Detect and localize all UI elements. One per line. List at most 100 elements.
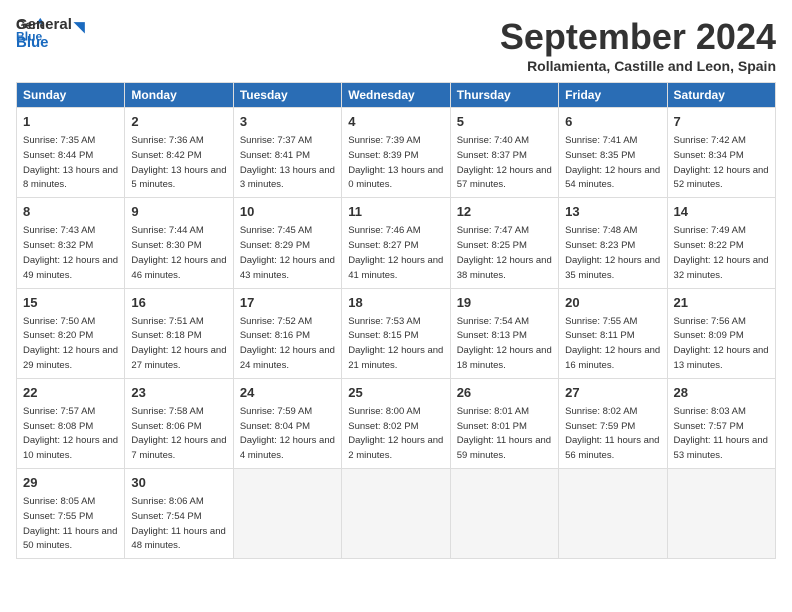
- calendar-cell: 19 Sunrise: 7:54 AMSunset: 8:13 PMDaylig…: [450, 288, 558, 378]
- day-info: Sunrise: 7:51 AMSunset: 8:18 PMDaylight:…: [131, 316, 226, 371]
- title-area: September 2024 Rollamienta, Castille and…: [500, 16, 776, 74]
- day-info: Sunrise: 7:52 AMSunset: 8:16 PMDaylight:…: [240, 316, 335, 371]
- calendar-cell: 9 Sunrise: 7:44 AMSunset: 8:30 PMDayligh…: [125, 198, 233, 288]
- day-info: Sunrise: 7:37 AMSunset: 8:41 PMDaylight:…: [240, 135, 335, 190]
- calendar-week-row: 1 Sunrise: 7:35 AMSunset: 8:44 PMDayligh…: [17, 108, 776, 198]
- day-info: Sunrise: 8:01 AMSunset: 8:01 PMDaylight:…: [457, 406, 551, 461]
- location-subtitle: Rollamienta, Castille and Leon, Spain: [500, 58, 776, 74]
- calendar-cell: 4 Sunrise: 7:39 AMSunset: 8:39 PMDayligh…: [342, 108, 450, 198]
- day-info: Sunrise: 7:50 AMSunset: 8:20 PMDaylight:…: [23, 316, 118, 371]
- day-number: 29: [23, 474, 118, 492]
- calendar-cell: 17 Sunrise: 7:52 AMSunset: 8:16 PMDaylig…: [233, 288, 341, 378]
- day-info: Sunrise: 8:03 AMSunset: 7:57 PMDaylight:…: [674, 406, 768, 461]
- calendar-cell: 29 Sunrise: 8:05 AMSunset: 7:55 PMDaylig…: [17, 469, 125, 559]
- calendar-cell: [342, 469, 450, 559]
- day-number: 18: [348, 294, 443, 312]
- calendar-week-row: 29 Sunrise: 8:05 AMSunset: 7:55 PMDaylig…: [17, 469, 776, 559]
- calendar-cell: 13 Sunrise: 7:48 AMSunset: 8:23 PMDaylig…: [559, 198, 667, 288]
- day-number: 28: [674, 384, 769, 402]
- logo-arrow-icon: [73, 16, 90, 33]
- calendar-cell: 7 Sunrise: 7:42 AMSunset: 8:34 PMDayligh…: [667, 108, 775, 198]
- day-number: 19: [457, 294, 552, 312]
- day-info: Sunrise: 7:57 AMSunset: 8:08 PMDaylight:…: [23, 406, 118, 461]
- calendar-cell: 8 Sunrise: 7:43 AMSunset: 8:32 PMDayligh…: [17, 198, 125, 288]
- day-number: 3: [240, 113, 335, 131]
- header-saturday: Saturday: [667, 83, 775, 108]
- calendar-cell: [559, 469, 667, 559]
- day-info: Sunrise: 7:40 AMSunset: 8:37 PMDaylight:…: [457, 135, 552, 190]
- calendar-cell: 23 Sunrise: 7:58 AMSunset: 8:06 PMDaylig…: [125, 378, 233, 468]
- day-number: 7: [674, 113, 769, 131]
- calendar-cell: 3 Sunrise: 7:37 AMSunset: 8:41 PMDayligh…: [233, 108, 341, 198]
- day-number: 12: [457, 203, 552, 221]
- day-info: Sunrise: 7:45 AMSunset: 8:29 PMDaylight:…: [240, 225, 335, 280]
- day-number: 10: [240, 203, 335, 221]
- logo-general: General: [16, 16, 90, 34]
- day-info: Sunrise: 8:05 AMSunset: 7:55 PMDaylight:…: [23, 496, 117, 551]
- calendar-week-row: 22 Sunrise: 7:57 AMSunset: 8:08 PMDaylig…: [17, 378, 776, 468]
- day-info: Sunrise: 7:41 AMSunset: 8:35 PMDaylight:…: [565, 135, 660, 190]
- day-number: 8: [23, 203, 118, 221]
- day-number: 2: [131, 113, 226, 131]
- header-wednesday: Wednesday: [342, 83, 450, 108]
- header-friday: Friday: [559, 83, 667, 108]
- logo-general-text: General: [16, 16, 72, 33]
- calendar-cell: 28 Sunrise: 8:03 AMSunset: 7:57 PMDaylig…: [667, 378, 775, 468]
- header: General Blue September 2024 Rollamienta,…: [16, 16, 776, 74]
- day-number: 22: [23, 384, 118, 402]
- day-number: 23: [131, 384, 226, 402]
- day-number: 25: [348, 384, 443, 402]
- logo-blue: Blue: [16, 34, 49, 52]
- calendar-cell: [450, 469, 558, 559]
- day-number: 1: [23, 113, 118, 131]
- calendar-week-row: 15 Sunrise: 7:50 AMSunset: 8:20 PMDaylig…: [17, 288, 776, 378]
- day-info: Sunrise: 7:46 AMSunset: 8:27 PMDaylight:…: [348, 225, 443, 280]
- day-number: 13: [565, 203, 660, 221]
- day-number: 24: [240, 384, 335, 402]
- day-info: Sunrise: 7:47 AMSunset: 8:25 PMDaylight:…: [457, 225, 552, 280]
- day-number: 4: [348, 113, 443, 131]
- calendar-cell: [667, 469, 775, 559]
- day-number: 27: [565, 384, 660, 402]
- calendar-cell: 25 Sunrise: 8:00 AMSunset: 8:02 PMDaylig…: [342, 378, 450, 468]
- day-number: 6: [565, 113, 660, 131]
- header-tuesday: Tuesday: [233, 83, 341, 108]
- day-info: Sunrise: 7:39 AMSunset: 8:39 PMDaylight:…: [348, 135, 443, 190]
- weekday-header-row: Sunday Monday Tuesday Wednesday Thursday…: [17, 83, 776, 108]
- day-number: 11: [348, 203, 443, 221]
- day-info: Sunrise: 7:44 AMSunset: 8:30 PMDaylight:…: [131, 225, 226, 280]
- header-thursday: Thursday: [450, 83, 558, 108]
- calendar-cell: [233, 469, 341, 559]
- day-number: 20: [565, 294, 660, 312]
- calendar-cell: 11 Sunrise: 7:46 AMSunset: 8:27 PMDaylig…: [342, 198, 450, 288]
- calendar-cell: 6 Sunrise: 7:41 AMSunset: 8:35 PMDayligh…: [559, 108, 667, 198]
- day-info: Sunrise: 7:53 AMSunset: 8:15 PMDaylight:…: [348, 316, 443, 371]
- day-number: 9: [131, 203, 226, 221]
- day-info: Sunrise: 7:55 AMSunset: 8:11 PMDaylight:…: [565, 316, 660, 371]
- day-info: Sunrise: 7:59 AMSunset: 8:04 PMDaylight:…: [240, 406, 335, 461]
- day-info: Sunrise: 8:02 AMSunset: 7:59 PMDaylight:…: [565, 406, 659, 461]
- calendar-week-row: 8 Sunrise: 7:43 AMSunset: 8:32 PMDayligh…: [17, 198, 776, 288]
- day-number: 26: [457, 384, 552, 402]
- calendar-cell: 16 Sunrise: 7:51 AMSunset: 8:18 PMDaylig…: [125, 288, 233, 378]
- logo-wrapper: General Blue: [16, 16, 90, 51]
- day-number: 14: [674, 203, 769, 221]
- calendar-cell: 20 Sunrise: 7:55 AMSunset: 8:11 PMDaylig…: [559, 288, 667, 378]
- day-info: Sunrise: 7:48 AMSunset: 8:23 PMDaylight:…: [565, 225, 660, 280]
- calendar-cell: 22 Sunrise: 7:57 AMSunset: 8:08 PMDaylig…: [17, 378, 125, 468]
- day-info: Sunrise: 7:43 AMSunset: 8:32 PMDaylight:…: [23, 225, 118, 280]
- calendar-cell: 12 Sunrise: 7:47 AMSunset: 8:25 PMDaylig…: [450, 198, 558, 288]
- day-info: Sunrise: 7:58 AMSunset: 8:06 PMDaylight:…: [131, 406, 226, 461]
- calendar-cell: 2 Sunrise: 7:36 AMSunset: 8:42 PMDayligh…: [125, 108, 233, 198]
- day-info: Sunrise: 8:06 AMSunset: 7:54 PMDaylight:…: [131, 496, 225, 551]
- day-number: 21: [674, 294, 769, 312]
- day-info: Sunrise: 8:00 AMSunset: 8:02 PMDaylight:…: [348, 406, 443, 461]
- day-info: Sunrise: 7:35 AMSunset: 8:44 PMDaylight:…: [23, 135, 118, 190]
- header-sunday: Sunday: [17, 83, 125, 108]
- day-info: Sunrise: 7:54 AMSunset: 8:13 PMDaylight:…: [457, 316, 552, 371]
- calendar-cell: 15 Sunrise: 7:50 AMSunset: 8:20 PMDaylig…: [17, 288, 125, 378]
- day-number: 5: [457, 113, 552, 131]
- calendar-cell: 26 Sunrise: 8:01 AMSunset: 8:01 PMDaylig…: [450, 378, 558, 468]
- calendar-cell: 21 Sunrise: 7:56 AMSunset: 8:09 PMDaylig…: [667, 288, 775, 378]
- month-title: September 2024: [500, 16, 776, 58]
